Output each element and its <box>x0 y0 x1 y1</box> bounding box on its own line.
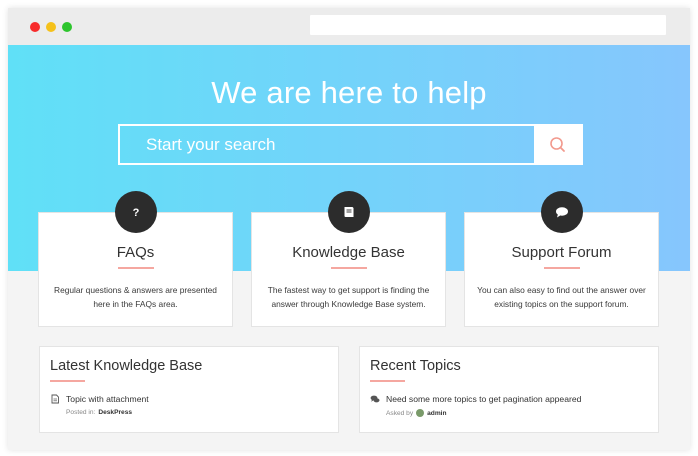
author-link[interactable]: admin <box>427 410 446 417</box>
title-underline <box>330 267 367 269</box>
panel-title: Latest Knowledge Base <box>50 358 203 374</box>
card-description: You can also easy to find out the answer… <box>477 285 646 309</box>
avatar <box>416 409 425 417</box>
card-knowledge-base[interactable]: Knowledge Base The fastest way to get su… <box>251 191 446 327</box>
category-link[interactable]: DeskPress <box>98 409 132 416</box>
meta-label: Asked by <box>386 409 414 417</box>
chat-bubbles-icon <box>370 395 380 403</box>
search-box <box>118 124 583 165</box>
card-title: Support Forum <box>511 244 612 261</box>
title-underline <box>543 267 580 269</box>
meta-label: Posted in: <box>66 409 96 416</box>
svg-text:?: ? <box>132 207 139 219</box>
address-bar[interactable] <box>310 15 666 35</box>
panel-title: Recent Topics <box>370 358 461 374</box>
close-window-dot[interactable] <box>30 22 40 32</box>
card-support-forum[interactable]: Support Forum You can also easy to find … <box>464 191 659 327</box>
search-input[interactable] <box>120 126 536 163</box>
recent-topics-panel: Recent Topics Need some more topics to g… <box>359 346 659 433</box>
item-meta: Posted in: DeskPress <box>66 409 132 416</box>
title-underline <box>50 380 85 382</box>
card-description: Regular questions & answers are presente… <box>54 285 217 309</box>
title-underline <box>117 267 154 269</box>
card-title: Knowledge Base <box>292 244 405 261</box>
list-item[interactable]: Topic with attachment <box>50 394 149 404</box>
browser-window: We are here to help ? FAQs Regular quest… <box>8 8 690 450</box>
document-icon <box>51 394 59 404</box>
card-description: The fastest way to get support is findin… <box>267 285 430 309</box>
question-icon: ? <box>114 191 157 233</box>
list-item[interactable]: Need some more topics to get pagination … <box>370 394 581 404</box>
browser-titlebar <box>8 8 690 45</box>
card-title: FAQs <box>116 244 155 261</box>
topic-link[interactable]: Need some more topics to get pagination … <box>386 394 581 404</box>
title-underline <box>370 380 405 382</box>
hero-title: We are here to help <box>211 75 487 110</box>
list-item-link[interactable]: Topic with attachment <box>66 394 149 404</box>
search-icon <box>550 137 565 152</box>
maximize-window-dot[interactable] <box>62 22 72 32</box>
item-meta: Asked by admin <box>386 409 447 417</box>
latest-knowledge-base-panel: Latest Knowledge Base Topic with attachm… <box>39 346 339 433</box>
search-button[interactable] <box>534 126 581 163</box>
chat-bubble-icon <box>540 191 583 233</box>
book-icon <box>327 191 370 233</box>
card-faqs[interactable]: ? FAQs Regular questions & answers are p… <box>38 191 233 327</box>
minimize-window-dot[interactable] <box>46 22 56 32</box>
